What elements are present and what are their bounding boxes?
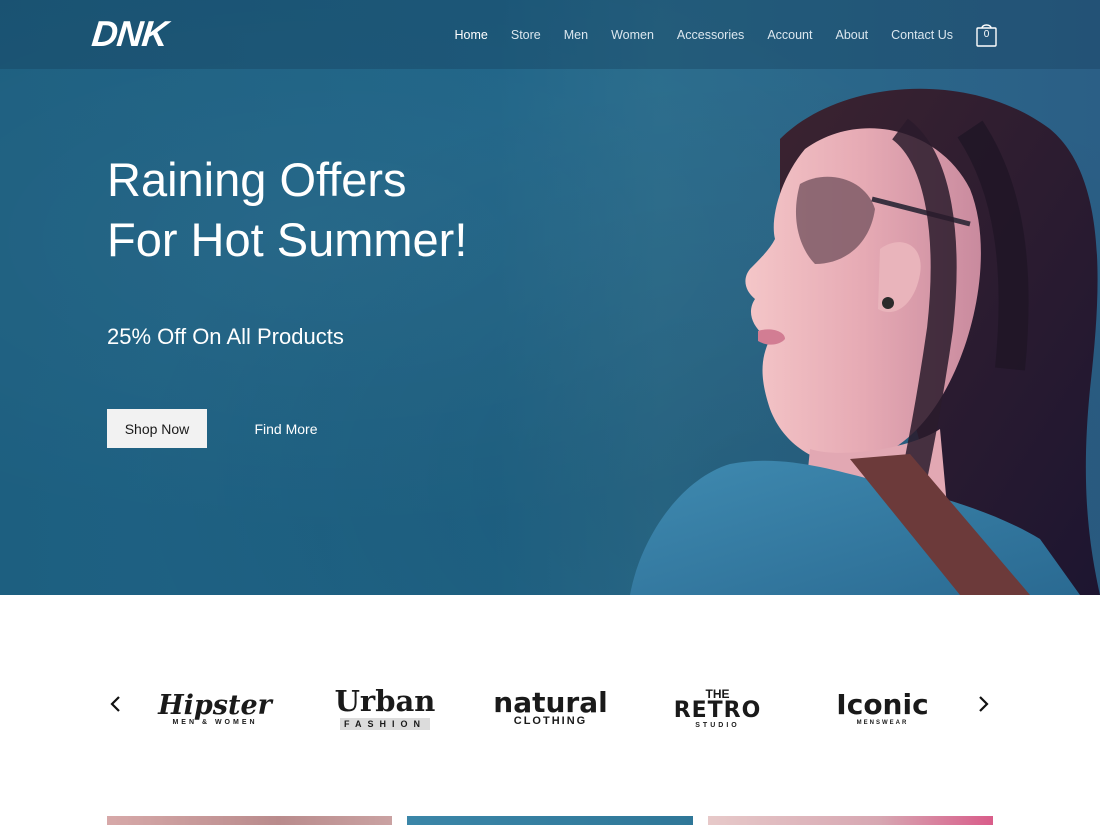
nav-item-about[interactable]: About	[835, 28, 868, 42]
site-logo[interactable]: DNK	[89, 13, 170, 54]
carousel-prev-button[interactable]	[108, 695, 124, 713]
product-card-image[interactable]	[407, 816, 693, 825]
nav-item-men[interactable]: Men	[564, 28, 588, 42]
nav-item-home[interactable]: Home	[455, 28, 488, 42]
logo-text: DNK	[89, 13, 170, 54]
product-card-image[interactable]	[107, 816, 392, 825]
hero-title-line-2: For Hot Summer!	[107, 213, 468, 266]
nav-item-accessories[interactable]: Accessories	[677, 28, 744, 42]
main-nav: Home Store Men Women Accessories Account…	[455, 0, 1100, 69]
cart-button[interactable]: 0	[976, 23, 997, 47]
hero-title-line-1: Raining Offers	[107, 153, 407, 206]
brand-name: Urban	[334, 684, 436, 718]
carousel-next-button[interactable]	[975, 695, 991, 713]
brand-logo-natural[interactable]: natural CLOTHING	[488, 673, 613, 743]
chevron-right-icon	[979, 696, 989, 712]
shop-now-button[interactable]: Shop Now	[107, 409, 207, 448]
chevron-left-icon	[110, 696, 120, 712]
nav-item-women[interactable]: Women	[611, 28, 654, 42]
brand-logo-retro[interactable]: THE RETRO STUDIO	[660, 673, 775, 743]
brand-logo-iconic[interactable]: Iconic MENSWEAR	[830, 673, 935, 743]
brand-name: RETRO	[673, 697, 762, 723]
brands-carousel: Hipster MEN & WOMEN Urban FASHION natura…	[0, 595, 1100, 795]
brand-tagline: FASHION	[339, 718, 430, 730]
nav-item-account[interactable]: Account	[767, 28, 812, 42]
nav-item-store[interactable]: Store	[511, 28, 541, 42]
product-card-image[interactable]	[708, 816, 993, 825]
cart-count-badge: 0	[983, 28, 990, 40]
find-more-button[interactable]: Find More	[244, 409, 328, 448]
brand-tagline: MENSWEAR	[856, 720, 909, 726]
top-navbar: DNK Home Store Men Women Accessories Acc…	[0, 0, 1100, 69]
brand-name: natural	[493, 686, 608, 719]
product-grid-preview	[0, 816, 1100, 825]
brand-logo-hipster[interactable]: Hipster MEN & WOMEN	[158, 673, 272, 743]
brand-name: Hipster	[158, 690, 272, 721]
hero-section: DNK Home Store Men Women Accessories Acc…	[0, 0, 1100, 595]
brand-name: Iconic	[836, 688, 929, 721]
hero-title: Raining Offers For Hot Summer!	[107, 150, 567, 270]
hero-subtitle: 25% Off On All Products	[107, 324, 344, 349]
brand-tagline: MEN & WOMEN	[172, 719, 258, 726]
brand-logo-urban[interactable]: Urban FASHION	[330, 673, 440, 743]
brand-tagline: CLOTHING	[513, 715, 588, 727]
brand-tagline: STUDIO	[695, 721, 740, 729]
hero-model-image	[630, 88, 1100, 595]
nav-item-contact[interactable]: Contact Us	[891, 28, 953, 42]
